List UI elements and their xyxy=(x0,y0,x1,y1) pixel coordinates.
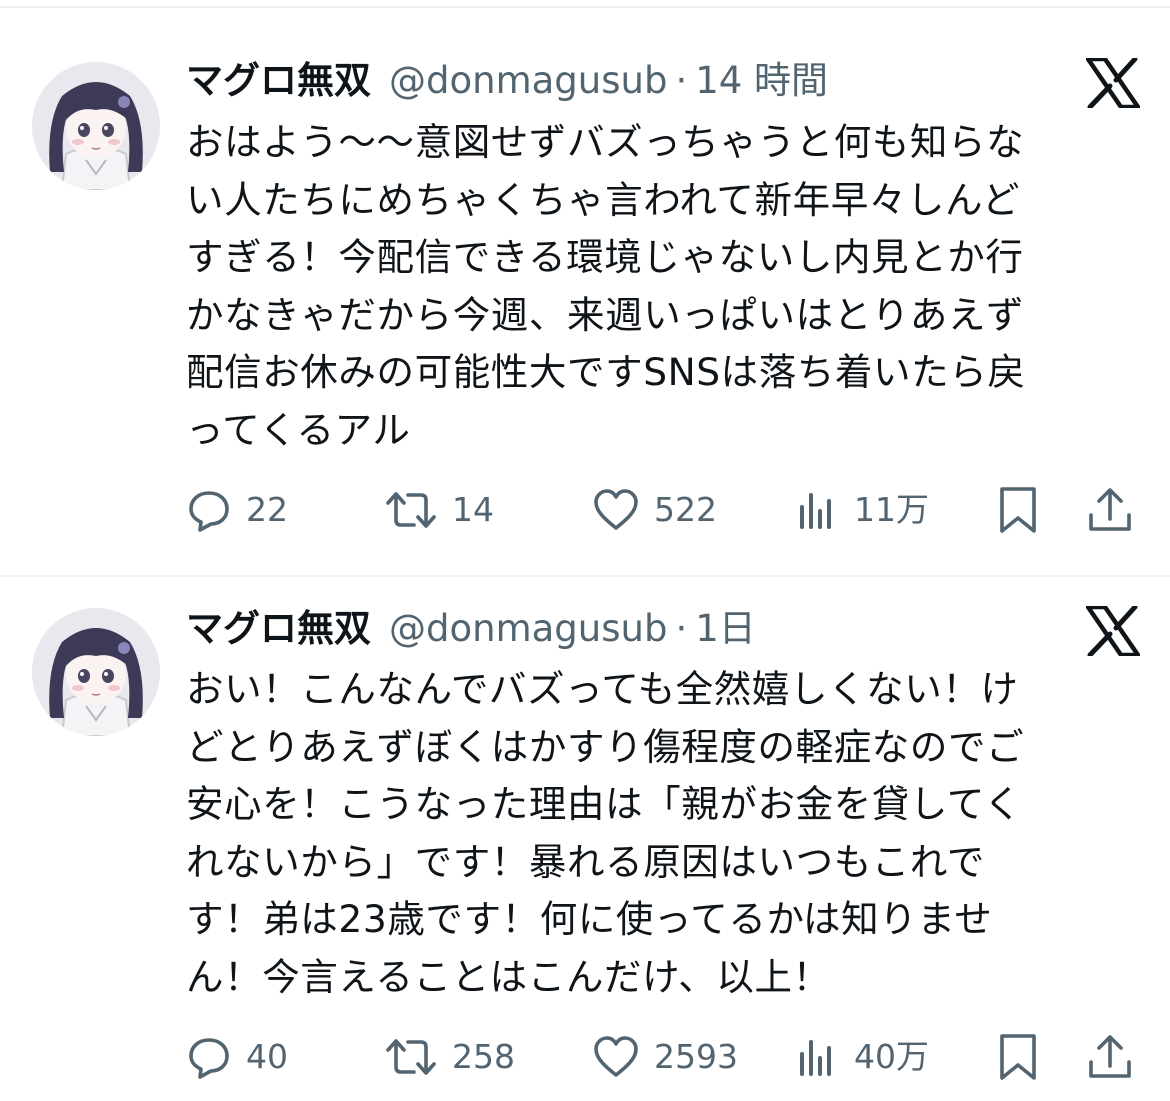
reply-count: 22 xyxy=(246,490,288,529)
retweet-count: 258 xyxy=(452,1037,515,1076)
share-icon xyxy=(1089,488,1131,531)
views-button[interactable]: 11万 xyxy=(796,480,929,540)
avatar[interactable] xyxy=(32,608,160,736)
x-logo-icon xyxy=(1085,604,1141,658)
like-button[interactable]: 522 xyxy=(592,480,717,540)
retweet-count: 14 xyxy=(452,490,494,529)
like-count: 2593 xyxy=(654,1037,738,1076)
user-handle[interactable]: @donmagusub xyxy=(389,601,667,657)
reply-button[interactable]: 22 xyxy=(186,480,288,540)
timestamp[interactable]: 14 時間 xyxy=(695,53,828,109)
share-icon xyxy=(1089,1035,1131,1078)
reply-bubble-icon xyxy=(189,491,229,532)
reply-button[interactable]: 40 xyxy=(186,1027,288,1087)
user-handle[interactable]: @donmagusub xyxy=(389,53,667,109)
tweet-actions: 40 258 2593 40万 xyxy=(186,1027,1146,1087)
heart-icon xyxy=(594,1036,638,1077)
view-count: 11万 xyxy=(854,490,929,529)
retweet-icon xyxy=(386,1039,436,1075)
tweet-text: おい！こんなんでバズっても全然嬉しくない！け どとりあえずぼくはかすり傷程度の軽… xyxy=(186,667,1025,999)
x-logo-icon xyxy=(1085,56,1141,110)
display-name[interactable]: マグロ無双 xyxy=(186,53,371,109)
tweet-header: マグロ無双 @donmagusub · 1日 xyxy=(186,601,756,657)
separator-dot: · xyxy=(675,59,688,102)
share-button[interactable] xyxy=(1086,480,1148,540)
tweet-actions: 22 14 522 11万 xyxy=(186,480,1146,540)
views-bar-chart-icon xyxy=(800,1040,831,1076)
separator-dot: · xyxy=(675,607,688,650)
timestamp[interactable]: 1日 xyxy=(695,601,756,657)
tweet-header: マグロ無双 @donmagusub · 14 時間 xyxy=(186,53,828,109)
bookmark-button[interactable] xyxy=(996,1027,1054,1087)
like-button[interactable]: 2593 xyxy=(592,1027,738,1087)
top-divider xyxy=(0,6,1170,8)
view-count: 40万 xyxy=(854,1037,929,1076)
heart-icon xyxy=(594,489,638,530)
tweet-text: おはよう〜〜意図せずバズっちゃうと何も知らな い人たちにめちゃくちゃ言われて新年… xyxy=(186,120,1026,452)
bookmark-icon xyxy=(1000,487,1036,533)
tweet-divider xyxy=(0,575,1170,577)
display-name[interactable]: マグロ無双 xyxy=(186,601,371,657)
share-button[interactable] xyxy=(1086,1027,1148,1087)
retweet-button[interactable]: 14 xyxy=(384,480,494,540)
bookmark-icon xyxy=(1000,1034,1036,1080)
views-bar-chart-icon xyxy=(800,493,831,529)
like-count: 522 xyxy=(654,490,717,529)
retweet-button[interactable]: 258 xyxy=(384,1027,515,1087)
views-button[interactable]: 40万 xyxy=(796,1027,929,1087)
reply-count: 40 xyxy=(246,1037,288,1076)
retweet-icon xyxy=(386,492,436,528)
avatar[interactable] xyxy=(32,62,160,190)
bookmark-button[interactable] xyxy=(996,480,1054,540)
reply-bubble-icon xyxy=(189,1038,229,1079)
